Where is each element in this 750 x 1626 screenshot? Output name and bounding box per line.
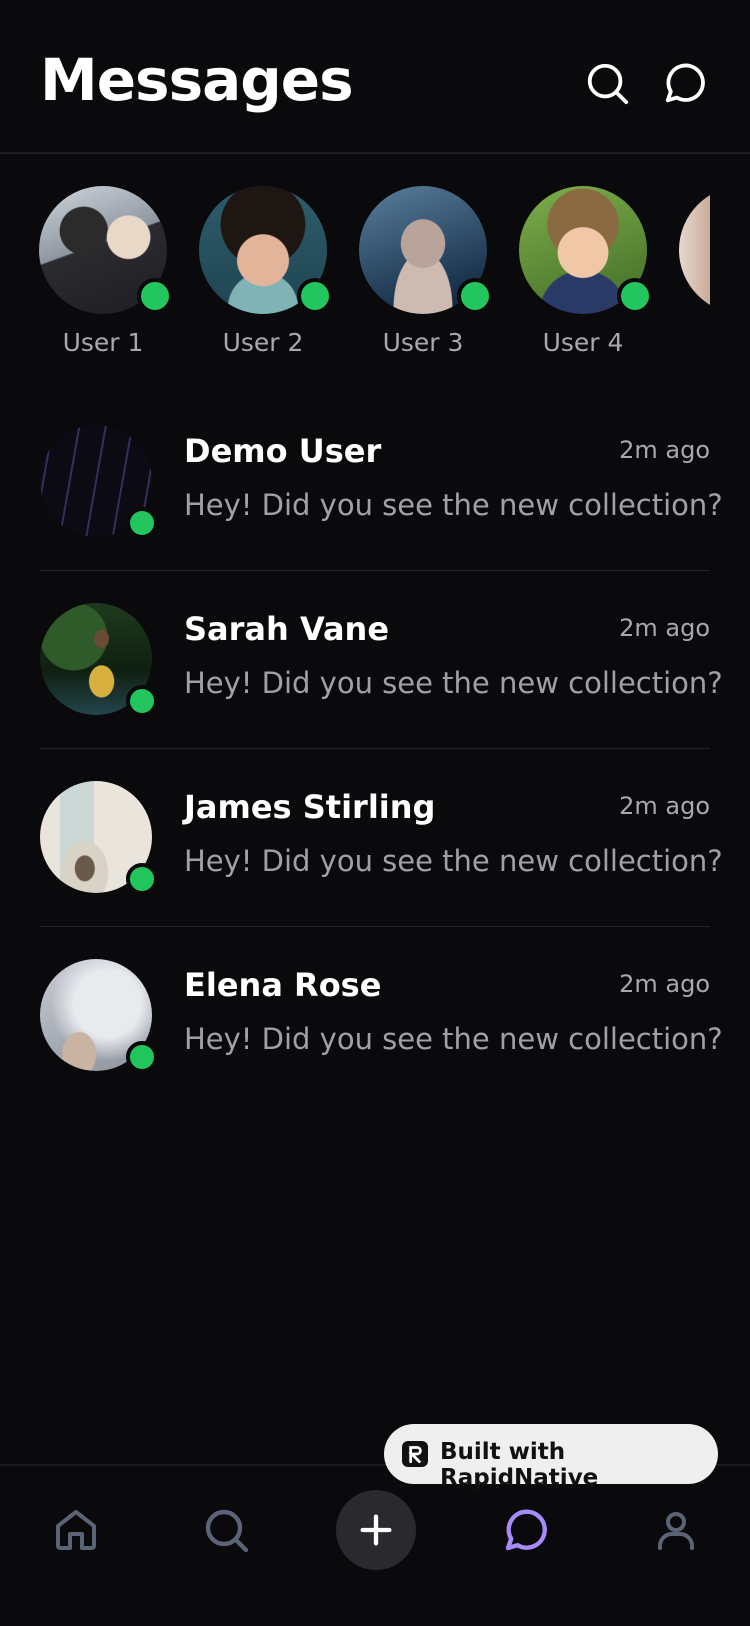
add-button[interactable]: [336, 1490, 416, 1570]
message-preview: Hey! Did you see the new collection?: [184, 844, 723, 878]
online-indicator: [297, 278, 333, 314]
message-time: 2m ago: [619, 792, 710, 820]
story-label: User 2: [222, 328, 304, 357]
conversation-item-demo-user[interactable]: Demo User 2m ago Hey! Did you see the ne…: [40, 400, 723, 578]
online-indicator: [137, 278, 173, 314]
story-label: User 1: [62, 328, 144, 357]
chat-bubble-icon[interactable]: [502, 1506, 550, 1554]
story-label: User 4: [542, 328, 624, 357]
home-icon[interactable]: [52, 1506, 100, 1554]
story-user-4[interactable]: User 4: [518, 186, 653, 357]
conversation-item-sarah-vane[interactable]: Sarah Vane 2m ago Hey! Did you see the n…: [40, 578, 723, 756]
online-indicator: [457, 278, 493, 314]
contact-name: Elena Rose: [184, 966, 382, 1004]
rapidnative-logo-icon: [402, 1441, 428, 1467]
contact-name: Sarah Vane: [184, 610, 390, 648]
message-time: 2m ago: [619, 436, 710, 464]
message-preview: Hey! Did you see the new collection?: [184, 666, 723, 700]
divider: [40, 926, 710, 927]
page-title: Messages: [40, 46, 354, 114]
app-header: Messages: [0, 0, 750, 154]
plus-icon: [360, 1514, 392, 1546]
avatar: [679, 186, 710, 314]
online-indicator: [126, 507, 158, 539]
divider: [40, 570, 710, 571]
contact-name: Demo User: [184, 432, 382, 470]
online-indicator: [126, 863, 158, 895]
story-user-5[interactable]: [678, 186, 710, 314]
contact-name: James Stirling: [184, 788, 436, 826]
divider: [40, 748, 710, 749]
online-indicator: [617, 278, 653, 314]
message-time: 2m ago: [619, 614, 710, 642]
story-user-3[interactable]: User 3: [358, 186, 493, 357]
active-users-row[interactable]: User 1 User 2 User 3 User 4: [0, 152, 710, 382]
online-indicator: [126, 685, 158, 717]
user-icon[interactable]: [652, 1506, 700, 1554]
story-label: User 3: [382, 328, 464, 357]
chat-bubble-icon[interactable]: [662, 60, 708, 106]
message-preview: Hey! Did you see the new collection?: [184, 1022, 723, 1056]
conversation-item-elena-rose[interactable]: Elena Rose 2m ago Hey! Did you see the n…: [40, 934, 723, 1112]
story-user-2[interactable]: User 2: [198, 186, 333, 357]
search-icon[interactable]: [202, 1506, 250, 1554]
conversation-item-james-stirling[interactable]: James Stirling 2m ago Hey! Did you see t…: [40, 756, 723, 934]
story-user-1[interactable]: User 1: [38, 186, 173, 357]
message-time: 2m ago: [619, 970, 710, 998]
search-icon[interactable]: [584, 60, 630, 106]
online-indicator: [126, 1041, 158, 1073]
built-with-label: Built with RapidNative: [440, 1439, 599, 1491]
built-with-badge[interactable]: Built with RapidNative: [384, 1424, 718, 1491]
message-preview: Hey! Did you see the new collection?: [184, 488, 723, 522]
